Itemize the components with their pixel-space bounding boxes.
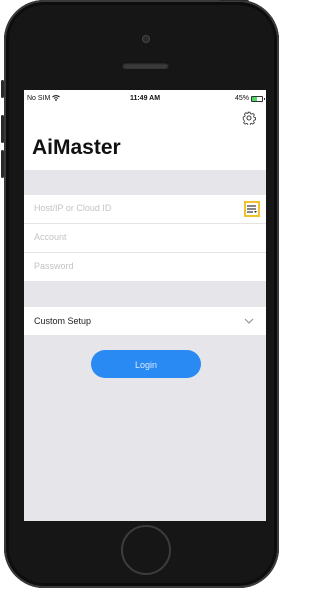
host-list-button[interactable] [244,201,260,217]
gear-icon[interactable] [242,111,256,125]
volume-up-button [1,115,4,143]
battery-percent: 45% [234,95,249,102]
clock: 11:49 AM [129,95,161,102]
password-input[interactable] [24,253,234,279]
status-bar: No SIM 11:49 AM 45% [24,90,266,108]
host-row [24,195,266,224]
battery-icon [251,95,265,102]
chevron-down-icon [244,318,254,324]
account-row [24,224,266,253]
custom-setup-label: Custom Setup [34,316,92,326]
home-button[interactable] [121,525,171,575]
mute-switch [1,80,4,98]
host-input[interactable] [24,195,234,221]
login-form [24,195,266,281]
earpiece-speaker [122,62,169,69]
sleep-button [219,0,249,1]
app-screen: No SIM 11:49 AM 45% AiMaster Host/IP or … [24,90,266,521]
app-header: AiMaster [24,108,266,170]
volume-down-button [1,150,4,178]
account-input[interactable] [24,224,234,250]
app-title: AiMaster [32,136,121,159]
password-row [24,253,266,281]
custom-setup-row[interactable]: Custom Setup [24,307,266,335]
battery-status: 45% [234,95,265,102]
front-camera [142,35,150,43]
login-button[interactable]: Login [91,350,201,378]
list-icon [247,205,257,213]
